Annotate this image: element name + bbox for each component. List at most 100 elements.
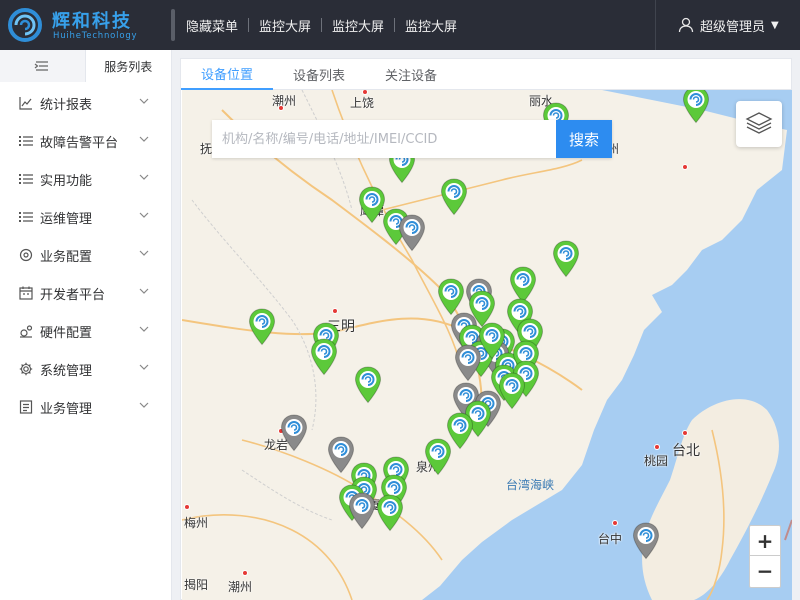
device-marker-offline[interactable]	[348, 492, 376, 530]
main-tabs: 设备位置 设备列表 关注设备	[181, 59, 791, 90]
map-label: 抚	[200, 142, 213, 156]
sidebar-item-alarm-platform[interactable]: 故障告警平台	[0, 122, 171, 160]
caret-down-icon: ▼	[771, 19, 779, 31]
zoom-out-button[interactable]: −	[750, 556, 780, 586]
user-name: 超级管理员	[700, 19, 766, 35]
map-pin-icon	[632, 522, 660, 560]
map-label: 潮州	[272, 94, 297, 108]
sidebar-item-system-management[interactable]: 系统管理	[0, 350, 171, 388]
sidebar-item-label: 业务管理	[40, 401, 93, 417]
sidebar-item-label: 实用功能	[40, 173, 93, 189]
sidebar-item-operations[interactable]: 运维管理	[0, 198, 171, 236]
sidebar-item-hardware-config[interactable]: 硬件配置	[0, 312, 171, 350]
device-marker-online[interactable]	[478, 322, 506, 360]
device-marker-online[interactable]	[498, 372, 526, 410]
device-marker-online[interactable]	[440, 178, 468, 216]
monitor-screen-link-2[interactable]: 监控大屏	[332, 16, 384, 35]
map-pin-icon	[280, 414, 308, 452]
monitor-screen-link-3[interactable]: 监控大屏	[405, 16, 457, 35]
city-dot	[654, 444, 660, 450]
chevron-down-icon	[139, 326, 149, 332]
map-label: 揭阳	[184, 578, 209, 592]
sidebar: 服务列表 统计报表 故障告警平台 实用功能 运维管理 业务配置 开发者平台 硬件…	[0, 50, 172, 600]
sidebar-item-label: 故障告警平台	[40, 135, 119, 151]
device-marker-online[interactable]	[248, 308, 276, 346]
device-marker-online[interactable]	[552, 240, 580, 278]
chevron-down-icon	[139, 288, 149, 294]
city-dot	[682, 430, 688, 436]
sidebar-item-label: 业务配置	[40, 249, 93, 265]
tab-device-list[interactable]: 设备列表	[273, 59, 365, 90]
sidebar-item-label: 运维管理	[40, 211, 93, 227]
city-dot	[682, 164, 688, 170]
sidebar-item-label: 统计报表	[40, 97, 93, 113]
sidebar-collapse-toggle[interactable]	[0, 50, 86, 82]
device-marker-online[interactable]	[437, 278, 465, 316]
device-marker-online[interactable]	[310, 338, 338, 376]
map-pin-icon	[398, 214, 426, 252]
device-marker-online[interactable]	[424, 438, 452, 476]
sidebar-item-utilities[interactable]: 实用功能	[0, 160, 171, 198]
gear-icon	[18, 361, 34, 377]
sidebar-menu: 统计报表 故障告警平台 实用功能 运维管理 业务配置 开发者平台 硬件配置 系统…	[0, 82, 171, 426]
brand-logo[interactable]: 辉和科技 HuiheTechnology	[8, 6, 158, 44]
device-marker-online[interactable]	[354, 366, 382, 404]
topbar-divider	[171, 9, 175, 41]
sidebar-item-business-config[interactable]: 业务配置	[0, 236, 171, 274]
device-marker-offline[interactable]	[280, 414, 308, 452]
top-nav: 隐藏菜单 监控大屏 监控大屏 监控大屏	[186, 0, 457, 50]
city-dot	[612, 520, 618, 526]
chevron-down-icon	[139, 402, 149, 408]
menu-fold-icon	[34, 61, 49, 71]
map-pin-icon	[682, 90, 710, 124]
map-pin-icon	[440, 178, 468, 216]
hardware-icon	[18, 323, 34, 339]
line-chart-icon	[18, 95, 34, 111]
nav-divider	[394, 18, 396, 32]
tab-service-list[interactable]: 服务列表	[85, 50, 171, 82]
device-marker-offline[interactable]	[632, 522, 660, 560]
search-input[interactable]	[212, 120, 556, 158]
layer-switch-button[interactable]	[736, 101, 782, 147]
user-icon	[678, 17, 694, 33]
sidebar-item-statistics[interactable]: 统计报表	[0, 84, 171, 122]
chevron-down-icon	[139, 98, 149, 104]
brand-title: 辉和科技	[52, 11, 132, 32]
device-marker-online[interactable]	[682, 90, 710, 124]
search-button[interactable]: 搜索	[556, 120, 612, 158]
city-dot	[332, 308, 338, 314]
sidebar-item-label: 开发者平台	[40, 287, 106, 303]
nav-divider	[248, 18, 250, 32]
map-pin-icon	[376, 494, 404, 532]
device-marker-offline[interactable]	[398, 214, 426, 252]
map-pin-icon	[478, 322, 506, 360]
sidebar-item-business-management[interactable]: 业务管理	[0, 388, 171, 426]
document-icon	[18, 399, 34, 415]
sidebar-item-label: 硬件配置	[40, 325, 93, 341]
zoom-in-button[interactable]: +	[750, 526, 780, 556]
device-map[interactable]: 潮州 上饶 丽水 抚 州 鹰潭 三明 龙岩 泉州 厦门 台湾海峡 台北 桃园 台…	[182, 90, 792, 600]
map-pin-icon	[354, 366, 382, 404]
city-dot	[242, 570, 248, 576]
map-pin-icon	[348, 492, 376, 530]
chevron-down-icon	[139, 212, 149, 218]
gear-circle-icon	[18, 247, 34, 263]
list-icon	[18, 133, 34, 149]
hide-menu-link[interactable]: 隐藏菜单	[186, 16, 238, 35]
sidebar-item-developer-platform[interactable]: 开发者平台	[0, 274, 171, 312]
map-label: 梅州	[184, 516, 209, 530]
map-pin-icon	[248, 308, 276, 346]
tab-device-location[interactable]: 设备位置	[181, 59, 274, 90]
map-pin-icon	[424, 438, 452, 476]
tab-followed-devices[interactable]: 关注设备	[365, 59, 457, 90]
map-label: 上饶	[350, 96, 375, 110]
device-marker-online[interactable]	[376, 494, 404, 532]
map-label: 台北	[672, 443, 700, 459]
layers-icon	[745, 112, 773, 134]
map-pin-icon	[498, 372, 526, 410]
user-menu[interactable]: 超级管理员 ▼	[655, 0, 800, 50]
sidebar-item-label: 系统管理	[40, 363, 93, 379]
map-pin-icon	[437, 278, 465, 316]
monitor-screen-link-1[interactable]: 监控大屏	[259, 16, 311, 35]
map-label: 桃园	[644, 454, 669, 468]
